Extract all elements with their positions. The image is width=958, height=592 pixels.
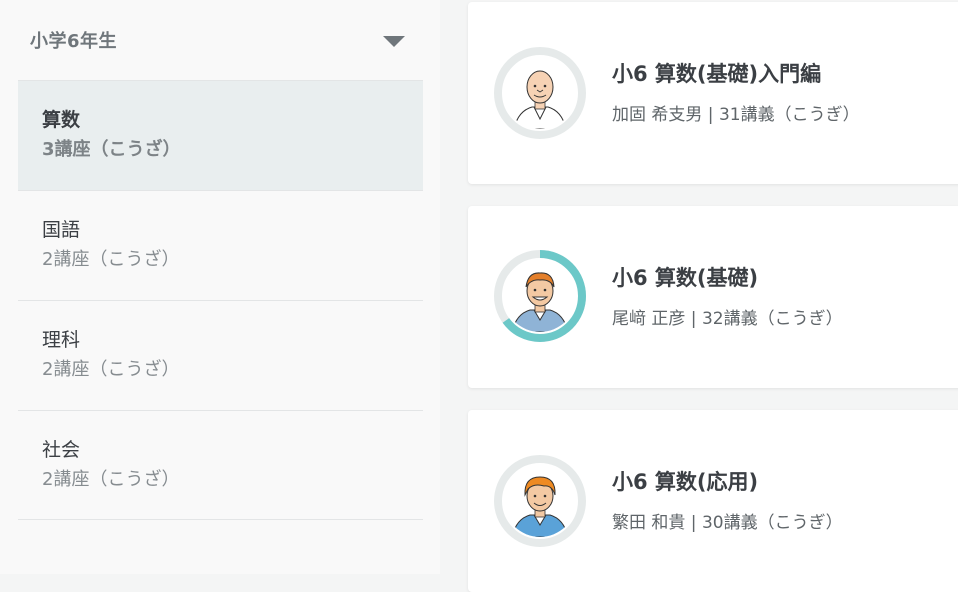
subject-item-science[interactable]: 理科 2講座（こうざ） bbox=[18, 300, 423, 410]
subject-count: 3講座（こうざ） bbox=[42, 139, 181, 160]
grade-selector[interactable]: 小学6年生 bbox=[18, 0, 423, 80]
subject-item-math[interactable]: 算数 3講座（こうざ） bbox=[18, 80, 423, 190]
subject-name: 社会 bbox=[42, 439, 81, 461]
teacher-portrait-icon bbox=[511, 272, 569, 332]
teacher-avatar bbox=[492, 45, 588, 141]
course-meta: 加固 希支男 | 31講義（こうぎ） bbox=[612, 105, 860, 125]
teacher-avatar bbox=[492, 248, 588, 344]
subject-count: 2講座（こうざ） bbox=[42, 359, 180, 380]
subject-item-social[interactable]: 社会 2講座（こうざ） bbox=[18, 410, 423, 520]
subject-name: 国語 bbox=[42, 219, 81, 241]
course-title: 小6 算数(基礎)入門編 bbox=[612, 62, 822, 86]
subject-name: 理科 bbox=[42, 329, 81, 351]
course-title: 小6 算数(応用) bbox=[612, 470, 759, 494]
subject-name: 算数 bbox=[42, 109, 81, 131]
subject-count: 2講座（こうざ） bbox=[42, 469, 180, 490]
course-card[interactable]: 小6 算数(基礎)入門編 加固 希支男 | 31講義（こうぎ） bbox=[468, 2, 958, 184]
chevron-down-icon[interactable] bbox=[383, 35, 405, 47]
teacher-portrait-icon bbox=[513, 70, 567, 129]
sidebar: 小学6年生 算数 3講座（こうざ） 国語 2講座（こうざ） 理科 2講座（こうざ… bbox=[0, 0, 440, 574]
course-card[interactable]: 小6 算数(応用) 繁田 和貴 | 30講義（こうぎ） bbox=[468, 410, 958, 592]
subject-list: 算数 3講座（こうざ） 国語 2講座（こうざ） 理科 2講座（こうざ） 社会 2… bbox=[18, 80, 423, 520]
course-meta: 繁田 和貴 | 30講義（こうぎ） bbox=[612, 513, 843, 533]
course-meta: 尾﨑 正彦 | 32講義（こうぎ） bbox=[612, 309, 843, 329]
subject-count: 2講座（こうざ） bbox=[42, 249, 180, 270]
course-title: 小6 算数(基礎) bbox=[612, 266, 759, 290]
grade-label: 小学6年生 bbox=[30, 31, 118, 52]
subject-item-japanese[interactable]: 国語 2講座（こうざ） bbox=[18, 190, 423, 300]
teacher-portrait-icon bbox=[511, 476, 569, 537]
teacher-avatar bbox=[492, 453, 588, 549]
course-card[interactable]: 小6 算数(基礎) 尾﨑 正彦 | 32講義（こうぎ） bbox=[468, 206, 958, 388]
